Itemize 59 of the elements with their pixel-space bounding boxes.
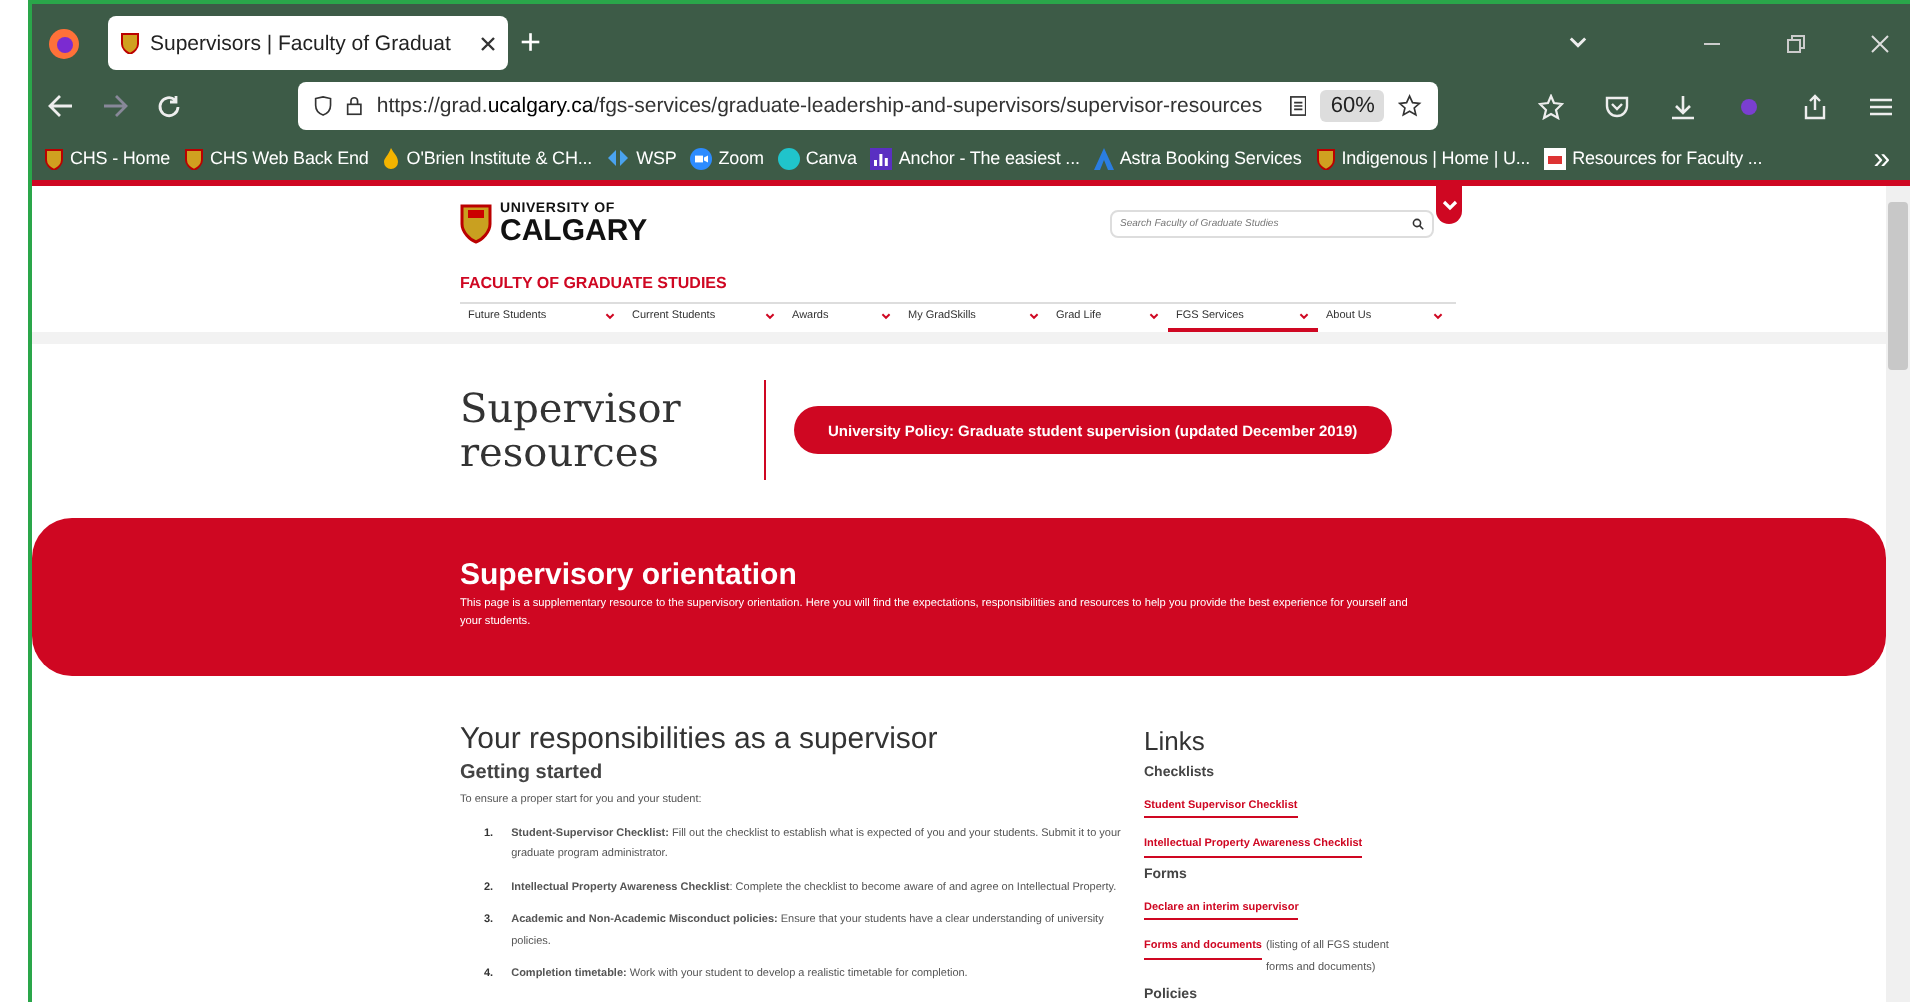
section-heading: Your responsibilities as a supervisor (460, 721, 940, 756)
bookmark[interactable]: Astra Booking Services (1093, 147, 1302, 169)
new-tab-button[interactable]: + (520, 22, 542, 64)
more-bookmarks-button[interactable]: » (1873, 141, 1890, 175)
chevron-icon (1028, 310, 1040, 322)
shield-outline-icon (314, 94, 333, 118)
flame-icon (382, 147, 401, 169)
share-icon[interactable] (1802, 93, 1828, 119)
crest-icon (460, 204, 492, 244)
bookmark[interactable]: Resources for Faculty ... (1544, 147, 1763, 169)
bookmark[interactable]: Indigenous | Home | U... (1315, 147, 1531, 169)
banner-title: Supervisory orientation (460, 557, 799, 592)
bars-icon (870, 147, 893, 169)
camera-icon (690, 147, 713, 169)
circle-icon (777, 147, 800, 169)
bookmark[interactable]: Anchor - The easiest ... (870, 147, 1080, 169)
back-icon[interactable] (48, 94, 74, 118)
star-icon[interactable] (1398, 92, 1422, 120)
menu-toggle-button[interactable] (1436, 186, 1462, 224)
scrollbar-thumb[interactable] (1888, 202, 1908, 370)
bookmark[interactable]: CHS Web Back End (184, 147, 369, 169)
shield-icon (184, 147, 205, 169)
bookmark[interactable]: CHS - Home (44, 147, 171, 169)
menu-icon[interactable] (1868, 93, 1894, 119)
search-icon[interactable] (1412, 218, 1424, 230)
zoom-level[interactable]: 60% (1320, 90, 1385, 122)
shield-icon (120, 32, 140, 54)
chevron-icon (880, 310, 892, 322)
chevron-icon (1298, 310, 1310, 322)
browser-tab[interactable]: Supervisors | Faculty of Graduat (108, 16, 508, 70)
reader-icon[interactable] (1290, 94, 1307, 118)
bookmark[interactable]: Zoom (690, 147, 764, 169)
triangle-icon (1093, 147, 1114, 169)
bookmark[interactable]: Canva (777, 147, 857, 169)
shield-icon (44, 147, 64, 169)
close-icon (480, 35, 496, 51)
chevron-icon (1432, 310, 1444, 322)
url-text: https://grad.ucalgary.ca/fgs-services/graduate-leadership-and-supervisors/supervisor-resources (376, 94, 1263, 118)
links-heading: Links (1144, 725, 1207, 756)
pocket-icon[interactable] (1604, 93, 1630, 119)
restore-icon[interactable] (1786, 34, 1806, 54)
bookmark[interactable]: O'Brien Institute & CH... (382, 147, 593, 169)
shield-icon (1315, 147, 1336, 169)
page-title: Supervisor resources (460, 386, 683, 475)
address-bar[interactable]: https://grad.ucalgary.ca/fgs-services/graduate-leadership-and-supervisors/supervisor-resources 60% (298, 82, 1438, 130)
bookmark[interactable]: WSP (606, 148, 677, 168)
chevron-icon (604, 310, 616, 322)
faculty-name: FACULTY OF GRADUATE STUDIES (460, 274, 729, 292)
close-icon[interactable] (1870, 34, 1890, 54)
document-icon (1544, 147, 1567, 169)
reload-icon[interactable] (156, 93, 182, 119)
chevron-icon (1441, 199, 1457, 211)
chevron-icon (764, 310, 776, 322)
lock-icon (346, 94, 363, 118)
chevron-icon (1148, 310, 1160, 322)
subheading: Getting started (460, 761, 605, 784)
firefox-icon (48, 28, 80, 60)
download-icon[interactable] (1670, 93, 1696, 119)
arrows-icon (606, 148, 631, 168)
